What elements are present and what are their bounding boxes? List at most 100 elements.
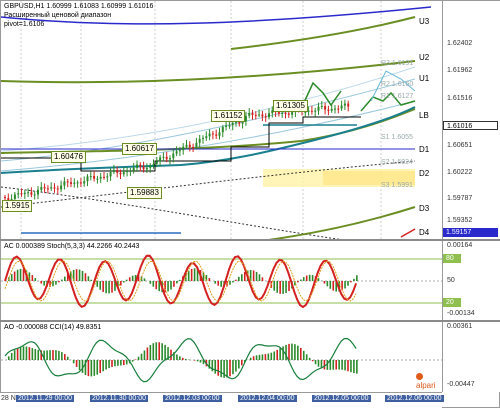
ao-bar: [335, 360, 337, 370]
note-header: Расширенный ценовой диапазон: [4, 12, 111, 19]
ac-stoch-svg: [1, 241, 442, 320]
ao-bar: [138, 357, 140, 360]
candle-body: [96, 179, 98, 180]
ao-bar: [214, 360, 216, 374]
ac-bar: [179, 280, 181, 281]
ao-bar: [273, 351, 275, 360]
ao-bar: [350, 360, 352, 372]
level-u2: U2: [419, 53, 429, 62]
ao-bar: [144, 350, 146, 360]
ac-bar: [300, 279, 302, 281]
candle-body: [4, 197, 6, 198]
candle-body: [133, 168, 135, 171]
ao-bar: [76, 360, 78, 367]
ao-bar: [111, 360, 113, 367]
ac-bar: [120, 281, 122, 286]
ao-bar: [253, 356, 255, 360]
ao-bar: [176, 354, 178, 360]
time-axis[interactable]: 28 Nov 2012 2012.11.29 00:00 2012.11.30 …: [0, 392, 442, 409]
ao-bar: [297, 346, 299, 360]
time-tick: 2012.12.06 00:00: [385, 395, 444, 402]
ac-bar: [58, 281, 60, 282]
ao-bar: [300, 348, 302, 360]
ac-bar: [129, 277, 131, 281]
ao-bar: [73, 360, 75, 363]
ac-bar: [14, 272, 16, 281]
candle-body: [341, 106, 343, 109]
ao-bar: [265, 354, 267, 360]
candle-body: [21, 193, 23, 194]
ao-bar: [161, 343, 163, 360]
ao-bar: [29, 347, 31, 360]
ac-bar: [82, 271, 84, 281]
candle-body: [314, 111, 316, 112]
candle-body: [129, 171, 131, 172]
ac-bar: [150, 281, 152, 284]
candle-body: [162, 157, 164, 158]
level-u1: U1: [419, 74, 429, 83]
ac-stoch-pane[interactable]: AC 0.000389 Stoch(5,3,3) 44.2266 40.2443: [1, 241, 442, 320]
ac-bar: [229, 281, 231, 285]
ao-tick: -0.00447: [447, 381, 475, 388]
ao-bar: [353, 360, 355, 373]
candle-body: [311, 111, 313, 112]
ac-bar: [324, 281, 326, 284]
ao-bar: [309, 358, 311, 360]
ao-bar: [147, 348, 149, 360]
ao-bar: [102, 360, 104, 371]
price-pane[interactable]: GBPUSD,H1 1.60999 1.61083 1.60999 1.6101…: [1, 1, 442, 239]
ao-bar: [226, 360, 228, 378]
ao-bar: [114, 360, 116, 366]
candle-body: [186, 145, 188, 147]
u2-line: [1, 61, 415, 82]
level-u3: U3: [419, 17, 429, 26]
candle-body: [219, 132, 221, 136]
ac-bar: [347, 281, 349, 286]
ac-bar: [262, 277, 264, 281]
ao-axis[interactable]: 0.00361 -0.00447: [442, 322, 500, 392]
ao-cci-pane[interactable]: AO -0.000088 CCI(14) 49.8351 alpari: [1, 322, 442, 392]
ac-bar: [273, 281, 275, 291]
current-price-label: 1.61016: [443, 121, 498, 130]
ao-header: AO -0.000088 CCI(14) 49.8351: [4, 324, 101, 331]
ac-bar: [108, 281, 110, 293]
lb-line: [1, 109, 415, 153]
ac-bar: [344, 281, 346, 288]
ac-bar: [61, 280, 63, 281]
ac-axis[interactable]: 0.00164 80 50 20 -0.00134: [442, 241, 500, 320]
ac-bar: [238, 277, 240, 281]
ac-bar: [35, 278, 37, 281]
ac-bar: [79, 270, 81, 281]
ao-bar: [179, 356, 181, 360]
candle-body: [143, 167, 145, 170]
candle-body: [146, 168, 148, 170]
ac-bar: [52, 281, 54, 286]
ao-bar: [11, 353, 13, 360]
candle-body: [93, 176, 95, 179]
ao-bar: [32, 348, 34, 360]
price-axis[interactable]: 1.62402 1.61962 1.61516 1.61016 1.60651 …: [442, 1, 500, 239]
ac-bar: [96, 281, 98, 287]
ac-bar: [20, 269, 22, 281]
price-tick: 1.60651: [447, 142, 472, 149]
ao-bar: [14, 350, 16, 360]
ac-bar: [191, 269, 193, 281]
candle-body: [199, 139, 201, 143]
candle-body: [17, 193, 19, 194]
ac-bar: [105, 281, 107, 293]
candle-body: [67, 181, 69, 182]
ac-bar: [256, 272, 258, 281]
ac-bar: [259, 274, 261, 281]
ao-bar: [37, 350, 39, 360]
candle-body: [34, 194, 36, 195]
candle-body: [318, 107, 320, 111]
ao-bar: [356, 360, 358, 374]
ao-bar: [347, 360, 349, 371]
ac-bar: [235, 280, 237, 281]
ao-bar: [344, 360, 346, 370]
ao-bar: [341, 360, 343, 370]
ao-bar: [232, 360, 234, 374]
candle-body: [44, 187, 46, 188]
price-box-1: 1.60476: [51, 151, 86, 163]
ao-bar: [256, 355, 258, 360]
